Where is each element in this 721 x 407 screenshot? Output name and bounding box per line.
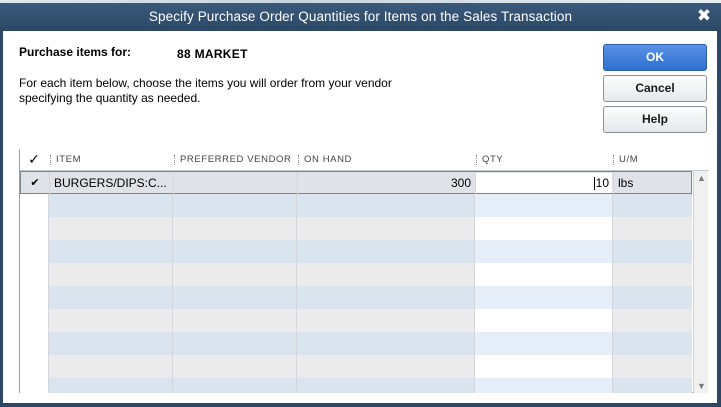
um-cell[interactable] xyxy=(613,332,692,355)
qty-cell[interactable] xyxy=(475,217,613,240)
qty-cell[interactable] xyxy=(475,332,613,355)
preferred-vendor-cell[interactable] xyxy=(173,263,297,286)
qty-cell[interactable] xyxy=(475,194,613,217)
qty-cell[interactable] xyxy=(475,378,613,393)
row-checkbox[interactable] xyxy=(20,286,49,309)
vertical-scrollbar[interactable]: ▲ ▼ xyxy=(693,171,708,393)
qty-cell[interactable] xyxy=(475,286,613,309)
table-row[interactable] xyxy=(20,263,692,286)
um-cell[interactable] xyxy=(613,378,692,393)
um-cell[interactable] xyxy=(613,217,692,240)
preferred-vendor-cell[interactable] xyxy=(173,309,297,332)
table-row[interactable] xyxy=(20,194,692,217)
preferred-vendor-cell[interactable] xyxy=(174,172,298,195)
on-hand-cell xyxy=(297,378,475,393)
cancel-button[interactable]: Cancel xyxy=(603,75,707,102)
text-cursor xyxy=(593,177,595,191)
scroll-up-arrow-icon[interactable]: ▲ xyxy=(694,171,709,185)
table-row[interactable] xyxy=(20,217,692,240)
table-row[interactable] xyxy=(20,240,692,263)
on-hand-cell xyxy=(297,355,475,378)
item-cell[interactable] xyxy=(49,355,173,378)
on-hand-cell xyxy=(297,286,475,309)
um-cell[interactable] xyxy=(613,194,692,217)
title-bar[interactable]: Specify Purchase Order Quantities for It… xyxy=(0,3,721,30)
column-header-item[interactable]: ITEM xyxy=(50,149,174,171)
on-hand-cell xyxy=(297,263,475,286)
column-header-preferred-vendor[interactable]: PREFERRED VENDOR xyxy=(174,149,298,171)
on-hand-cell xyxy=(297,217,475,240)
column-header-um[interactable]: U/M xyxy=(613,149,693,171)
table-row[interactable] xyxy=(20,355,692,378)
um-cell[interactable] xyxy=(613,355,692,378)
row-checkbox[interactable] xyxy=(20,309,49,332)
qty-cell[interactable] xyxy=(475,355,613,378)
preferred-vendor-cell[interactable] xyxy=(173,217,297,240)
ok-button[interactable]: OK xyxy=(603,44,707,71)
qty-cell[interactable] xyxy=(475,263,613,286)
scroll-down-arrow-icon[interactable]: ▼ xyxy=(694,379,709,393)
row-checkbox[interactable] xyxy=(20,378,49,393)
item-cell[interactable] xyxy=(49,286,173,309)
preferred-vendor-cell[interactable] xyxy=(173,355,297,378)
um-cell[interactable] xyxy=(613,263,692,286)
item-cell[interactable] xyxy=(49,194,173,217)
qty-value: 10 xyxy=(595,176,609,190)
column-header-on-hand[interactable]: ON HAND xyxy=(298,149,476,171)
um-cell[interactable] xyxy=(613,309,692,332)
row-checkbox[interactable] xyxy=(20,217,49,240)
instructions-text: For each item below, choose the items yo… xyxy=(19,76,392,105)
row-checkbox[interactable] xyxy=(20,194,49,217)
on-hand-cell xyxy=(297,332,475,355)
qty-input[interactable]: 10 xyxy=(476,173,612,193)
window-title: Specify Purchase Order Quantities for It… xyxy=(148,9,573,24)
item-cell[interactable] xyxy=(49,332,173,355)
row-checkbox[interactable] xyxy=(20,332,49,355)
qty-cell[interactable]: 10 xyxy=(476,172,614,195)
um-cell[interactable] xyxy=(613,240,692,263)
preferred-vendor-cell[interactable] xyxy=(173,332,297,355)
dialog-body: Purchase items for: 88 MARKET For each i… xyxy=(3,31,717,403)
row-checkbox[interactable] xyxy=(20,355,49,378)
table-row[interactable] xyxy=(20,286,692,309)
table-row[interactable] xyxy=(20,309,692,332)
table-header: ✓ ITEM PREFERRED VENDOR ON HAND QTY U/M xyxy=(20,149,709,171)
qty-cell[interactable] xyxy=(475,309,613,332)
dialog-window: Specify Purchase Order Quantities for It… xyxy=(0,0,721,407)
column-header-check[interactable]: ✓ xyxy=(20,149,48,171)
table-rows: ✔ BURGERS/DIPS:C... 300 10 lbs xyxy=(20,171,692,393)
preferred-vendor-cell[interactable] xyxy=(173,194,297,217)
um-cell[interactable]: lbs xyxy=(614,172,692,195)
items-table: ✓ ITEM PREFERRED VENDOR ON HAND QTY U/M … xyxy=(19,149,709,393)
purchase-items-label: Purchase items for: xyxy=(19,45,132,59)
help-button[interactable]: Help xyxy=(603,106,707,133)
column-header-qty[interactable]: QTY xyxy=(476,149,613,171)
um-cell[interactable] xyxy=(613,286,692,309)
on-hand-cell xyxy=(297,194,475,217)
row-checkbox[interactable]: ✔ xyxy=(21,172,50,195)
item-cell[interactable] xyxy=(49,309,173,332)
table-row[interactable] xyxy=(20,378,692,393)
on-hand-cell xyxy=(297,309,475,332)
table-row[interactable] xyxy=(20,332,692,355)
table-row[interactable]: ✔ BURGERS/DIPS:C... 300 10 lbs xyxy=(20,171,692,195)
on-hand-cell: 300 xyxy=(298,172,476,195)
row-checkbox[interactable] xyxy=(20,263,49,286)
item-cell[interactable] xyxy=(49,240,173,263)
qty-cell[interactable] xyxy=(475,240,613,263)
item-cell[interactable] xyxy=(49,217,173,240)
item-cell[interactable]: BURGERS/DIPS:C... xyxy=(50,172,174,195)
preferred-vendor-cell[interactable] xyxy=(173,240,297,263)
preferred-vendor-cell[interactable] xyxy=(173,378,297,393)
customer-name: 88 MARKET xyxy=(177,47,248,61)
item-cell[interactable] xyxy=(49,263,173,286)
preferred-vendor-cell[interactable] xyxy=(173,286,297,309)
row-checkbox[interactable] xyxy=(20,240,49,263)
on-hand-cell xyxy=(297,240,475,263)
close-icon[interactable]: ✖ xyxy=(695,6,713,26)
item-cell[interactable] xyxy=(49,378,173,393)
